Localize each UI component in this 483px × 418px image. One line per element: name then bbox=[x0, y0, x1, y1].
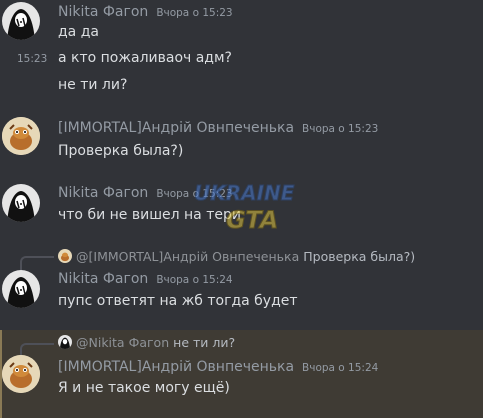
avatar-immortal[interactable] bbox=[2, 355, 40, 393]
author-header: Nikita Фагоn Вчора о 15:23 bbox=[58, 185, 233, 201]
message-group-4: @[IMMORTAL]Андрій Овнпеченька Проверка б… bbox=[0, 246, 483, 324]
message-timestamp[interactable]: Вчора о 15:23 bbox=[156, 188, 232, 200]
message-timestamp[interactable]: Вчора о 15:24 bbox=[156, 274, 232, 286]
message-text: не ти ли? bbox=[58, 77, 128, 93]
reply-text[interactable]: не ти ли? bbox=[173, 335, 235, 350]
reply-spine bbox=[20, 256, 54, 270]
avatar-nikita[interactable] bbox=[2, 270, 40, 308]
author-name[interactable]: Nikita Фагоn bbox=[58, 271, 148, 287]
message-text: Я и не такое могу ещё) bbox=[58, 380, 230, 396]
reply-preview[interactable]: @Nikita Фагоn не ти ли? bbox=[58, 334, 235, 350]
avatar-image bbox=[2, 117, 40, 155]
message-group-1: Nikita Фагоn Вчора о 15:23 да да 15:23 а … bbox=[0, 0, 483, 108]
message-text: да да bbox=[58, 24, 99, 40]
message-timestamp[interactable]: Вчора о 15:23 bbox=[302, 123, 378, 135]
message-text: что би не вишел на тери bbox=[58, 207, 241, 223]
author-header: [IMMORTAL]Андрій Овнпеченька Вчора о 15:2… bbox=[58, 359, 378, 375]
author-name[interactable]: Nikita Фагоn bbox=[58, 185, 148, 201]
author-header: Nikita Фагоn Вчора о 15:24 bbox=[58, 271, 233, 287]
author-header: [IMMORTAL]Андрій Овнпеченька Вчора о 15:2… bbox=[58, 120, 378, 136]
author-name[interactable]: [IMMORTAL]Андрій Овнпеченька bbox=[58, 120, 294, 136]
message-text: Проверка была?) bbox=[58, 143, 184, 159]
avatar-nikita[interactable] bbox=[2, 2, 40, 40]
avatar-image bbox=[7, 9, 35, 40]
message-group-3: Nikita Фагоn Вчора о 15:23 что би не више… bbox=[0, 178, 483, 240]
avatar-nikita[interactable] bbox=[2, 184, 40, 222]
message-group-5: @Nikita Фагоn не ти ли? [IMMORTAL]Андрій… bbox=[0, 330, 483, 418]
reply-avatar bbox=[58, 335, 72, 349]
avatar-image bbox=[7, 191, 35, 222]
reply-avatar-image bbox=[59, 337, 71, 349]
author-name[interactable]: [IMMORTAL]Андрій Овнпеченька bbox=[58, 359, 294, 375]
message-group-2: [IMMORTAL]Андрій Овнпеченька Вчора о 15:2… bbox=[0, 112, 483, 172]
avatar-image bbox=[2, 355, 40, 393]
reply-author[interactable]: @[IMMORTAL]Андрій Овнпеченька bbox=[76, 249, 299, 264]
hover-timestamp: 15:23 bbox=[17, 53, 48, 65]
message-timestamp[interactable]: Вчора о 15:23 bbox=[156, 7, 232, 19]
message-timestamp[interactable]: Вчора о 15:24 bbox=[302, 362, 378, 374]
reply-avatar bbox=[58, 249, 72, 263]
author-name[interactable]: Nikita Фагоn bbox=[58, 4, 148, 20]
reply-text[interactable]: Проверка была?) bbox=[303, 249, 415, 264]
message-text: пупс ответят на жб тогда будет bbox=[58, 293, 298, 309]
reply-author[interactable]: @Nikita Фагоn bbox=[76, 335, 169, 350]
message-text: а кто пожаливаоч адм? bbox=[58, 50, 232, 66]
reply-avatar-image bbox=[58, 249, 72, 263]
reply-preview[interactable]: @[IMMORTAL]Андрій Овнпеченька Проверка б… bbox=[58, 248, 415, 264]
avatar-image bbox=[7, 277, 35, 308]
author-header: Nikita Фагоn Вчора о 15:23 bbox=[58, 4, 233, 20]
avatar-immortal[interactable] bbox=[2, 117, 40, 155]
